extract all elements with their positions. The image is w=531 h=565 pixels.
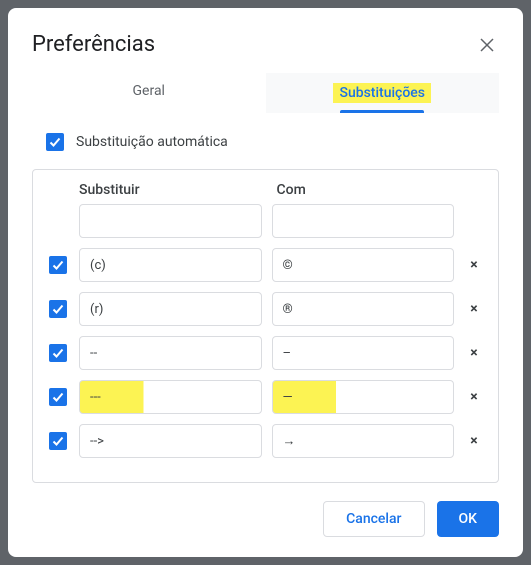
preferences-dialog: Preferências Geral Substituições Substit… — [8, 8, 523, 557]
replace-input[interactable] — [79, 336, 262, 370]
row-enable-checkbox[interactable] — [49, 256, 67, 274]
table-row: × — [47, 424, 484, 458]
dialog-title: Preferências — [32, 32, 155, 57]
replace-input[interactable] — [79, 204, 262, 238]
dialog-footer: Cancelar OK — [32, 501, 499, 537]
delete-row-icon[interactable]: × — [464, 257, 484, 273]
cancel-button[interactable]: Cancelar — [323, 501, 424, 537]
with-input[interactable] — [272, 380, 455, 414]
with-input[interactable] — [272, 336, 455, 370]
row-enable-checkbox[interactable] — [49, 388, 67, 406]
auto-substitution-checkbox[interactable] — [46, 133, 64, 151]
tab-general[interactable]: Geral — [32, 73, 266, 113]
tab-label: Geral — [133, 83, 165, 99]
delete-row-icon[interactable]: × — [464, 433, 484, 449]
replace-input[interactable] — [79, 292, 262, 326]
tab-label: Substituições — [339, 85, 425, 101]
substitutions-table: Substituir Com × × × × × — [32, 169, 499, 483]
dialog-header: Preferências — [32, 32, 499, 57]
with-input[interactable] — [272, 292, 455, 326]
ok-button[interactable]: OK — [437, 501, 500, 537]
column-replace-header: Substituir — [79, 182, 267, 198]
with-input[interactable] — [272, 204, 455, 238]
close-icon[interactable] — [475, 33, 499, 57]
column-with-header: Com — [277, 182, 465, 198]
table-row: × — [47, 248, 484, 282]
with-input[interactable] — [272, 424, 455, 458]
auto-substitution-row: Substituição automática — [46, 133, 499, 151]
replace-input[interactable] — [79, 380, 262, 414]
row-enable-checkbox[interactable] — [49, 300, 67, 318]
row-check-col — [47, 300, 69, 318]
row-check-col — [47, 256, 69, 274]
with-input[interactable] — [272, 248, 455, 282]
row-check-col — [47, 432, 69, 450]
row-check-col — [47, 388, 69, 406]
tab-substitutions[interactable]: Substituições — [266, 73, 500, 113]
table-row: × — [47, 380, 484, 414]
table-scroll[interactable]: Substituir Com × × × × × — [33, 170, 498, 482]
row-check-col — [47, 344, 69, 362]
auto-substitution-label: Substituição automática — [76, 134, 228, 150]
table-row: × — [47, 292, 484, 326]
delete-row-icon[interactable]: × — [464, 301, 484, 317]
delete-row-icon[interactable]: × — [464, 389, 484, 405]
table-row — [47, 204, 484, 238]
column-headers: Substituir Com — [47, 182, 484, 198]
replace-input[interactable] — [79, 248, 262, 282]
delete-row-icon[interactable]: × — [464, 345, 484, 361]
table-row: × — [47, 336, 484, 370]
replace-input[interactable] — [79, 424, 262, 458]
row-enable-checkbox[interactable] — [49, 432, 67, 450]
tabs: Geral Substituições — [32, 73, 499, 113]
row-enable-checkbox[interactable] — [49, 344, 67, 362]
